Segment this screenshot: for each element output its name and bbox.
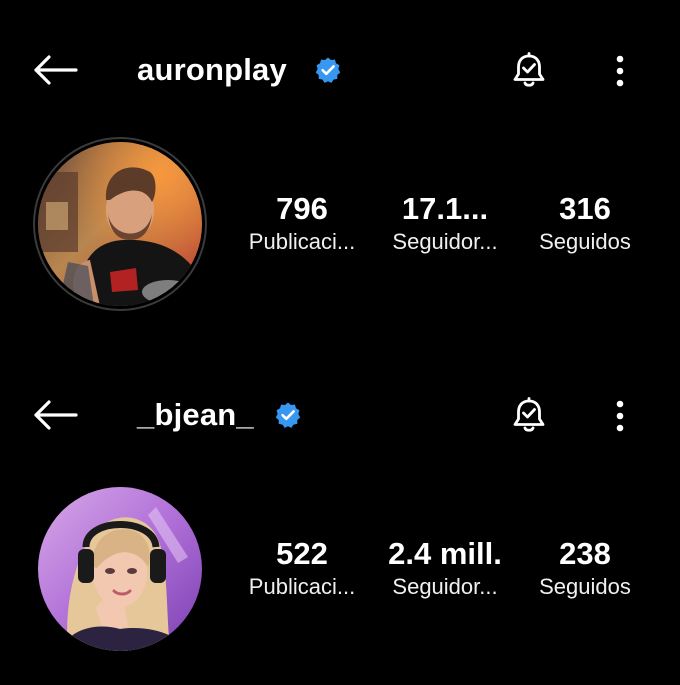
back-button[interactable] [28,48,82,92]
stat-label: Seguidos [539,574,631,599]
username: auronplay [137,52,287,87]
stat-label: Seguidor... [392,229,498,254]
avatar[interactable] [38,142,202,306]
stat-value: 2.4 mill. [388,536,502,571]
notifications-button[interactable] [506,393,552,439]
avatar-ring[interactable] [33,482,207,656]
verified-badge-icon [315,57,341,83]
stat-followers[interactable]: 2.4 mill. Seguidor... [375,535,515,601]
avatar[interactable] [38,487,202,651]
notifications-button[interactable] [506,48,552,94]
stat-following[interactable]: 238 Seguidos [515,535,655,601]
arrow-left-icon [34,400,78,430]
stat-value: 17.1... [401,191,489,226]
stat-posts[interactable]: 796 Publicaci... [232,190,372,256]
bell-check-icon [513,397,545,432]
stat-value: 796 [276,191,328,226]
profile-stats: 522 Publicaci... 2.4 mill. Seguidor... 2… [232,535,652,615]
more-vertical-icon [616,55,624,87]
stat-value: 522 [276,536,328,571]
stat-label: Seguidos [539,229,631,254]
stat-label: Seguidor... [392,574,498,599]
stat-value: 238 [559,536,611,571]
bell-check-icon [513,52,545,87]
top-bar: auronplay [0,40,680,100]
profile-header-auronplay: auronplay 796 Publicaci... 17.1... Segui… [0,0,680,340]
more-options-button[interactable] [604,48,636,94]
top-bar: _bjean_ [0,385,680,445]
arrow-left-icon [34,55,78,85]
stat-label: Publicaci... [248,229,356,254]
more-options-button[interactable] [604,393,636,439]
profile-header-bjean: _bjean_ 522 Publicaci... 2.4 mill. Segui… [0,345,680,685]
username: _bjean_ [137,397,254,432]
stat-following[interactable]: 316 Seguidos [515,190,655,256]
avatar-ring[interactable] [33,137,207,311]
stat-posts[interactable]: 522 Publicaci... [232,535,372,601]
stat-value: 316 [559,191,611,226]
stat-label: Publicaci... [248,574,356,599]
verified-badge-icon [275,402,301,428]
profile-photo-woman [38,487,202,651]
profile-stats: 796 Publicaci... 17.1... Seguidor... 316… [232,190,652,270]
stat-followers[interactable]: 17.1... Seguidor... [375,190,515,256]
back-button[interactable] [28,393,82,437]
more-vertical-icon [616,400,624,432]
profile-photo-man [38,142,202,306]
